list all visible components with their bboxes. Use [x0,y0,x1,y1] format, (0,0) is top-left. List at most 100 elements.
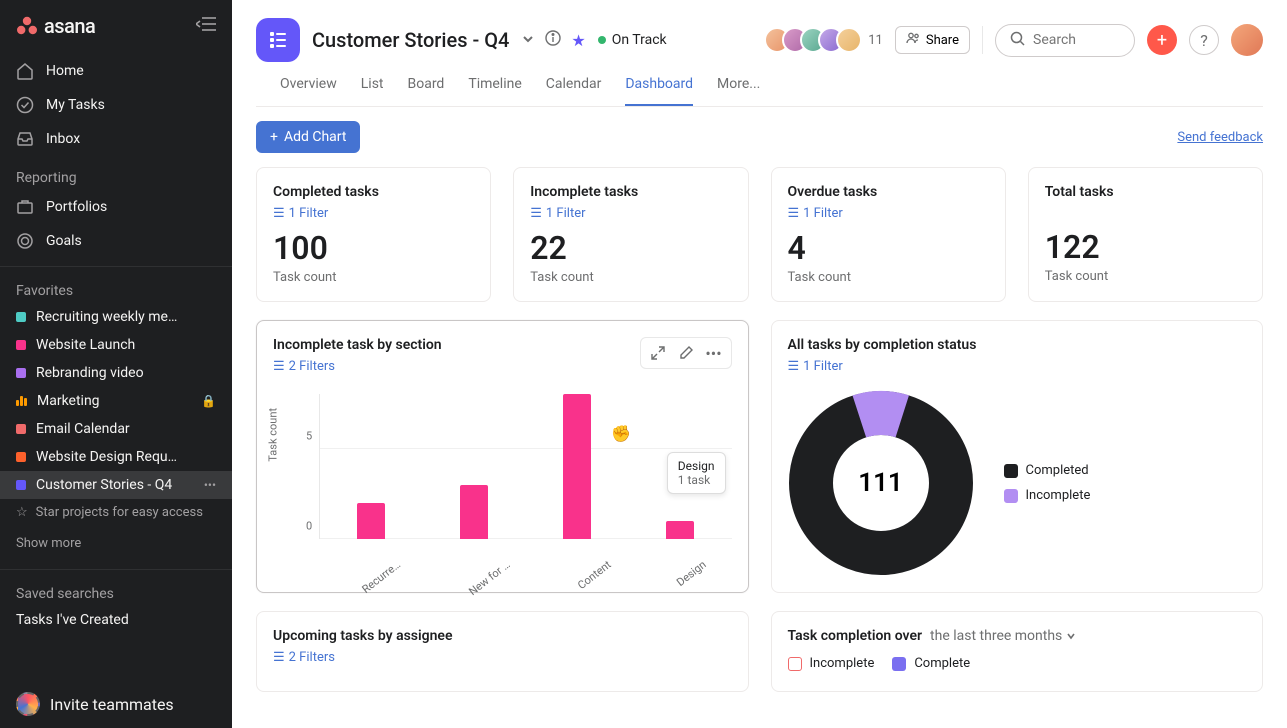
check-circle-icon [16,96,34,114]
plus-icon: + [270,129,278,145]
member-avatars[interactable]: 11 [772,27,883,53]
nav-mytasks[interactable]: My Tasks [0,88,232,122]
filter-icon: ☰ [273,359,285,374]
legend-swatch-icon [1004,489,1018,503]
tab-calendar[interactable]: Calendar [546,76,602,106]
filter-link[interactable]: ☰1 Filter [788,359,1247,374]
collapse-sidebar-icon[interactable] [196,16,216,36]
range-selector[interactable]: the last three months [930,628,1076,644]
chevron-down-icon [1066,631,1076,641]
nav-home[interactable]: Home [0,54,232,88]
filter-link[interactable]: ☰2 Filters [273,650,732,665]
tab-board[interactable]: Board [408,76,445,106]
project-color-icon [16,424,26,434]
chart-title: All tasks by completion status [788,337,1247,353]
invite-teammates[interactable]: Invite teammates [0,680,232,728]
stat-title: Incomplete tasks [530,184,731,200]
stat-card-overdue[interactable]: Overdue tasks ☰1 Filter 4 Task count [771,167,1006,302]
filter-icon: ☰ [788,359,800,374]
filter-icon: ☰ [788,206,800,221]
nav-inbox[interactable]: Inbox [0,122,232,156]
favorite-item[interactable]: Website Design Requ… [0,443,232,471]
expand-icon[interactable] [647,342,669,364]
favorite-label: Email Calendar [36,421,216,437]
user-avatar[interactable] [1231,24,1263,56]
favorite-label: Customer Stories - Q4 [36,477,194,493]
bar[interactable] [563,394,591,539]
project-color-icon [16,480,26,490]
chart-title: Incomplete task by section [273,337,442,353]
tab-list[interactable]: List [361,76,384,106]
favorite-item[interactable]: Rebranding video [0,359,232,387]
chart-tooltip: Design 1 task [667,452,726,494]
filter-link[interactable]: ☰2 Filters [273,359,442,374]
help-button[interactable]: ? [1189,25,1219,55]
section-title-favorites: Favorites [0,275,232,303]
sidebar: asana Home My Tasks Inbox Reporting Port… [0,0,232,728]
global-add-button[interactable]: + [1147,25,1177,55]
inbox-icon [16,130,34,148]
stat-card-total[interactable]: Total tasks 122 Task count [1028,167,1263,302]
status-pill[interactable]: On Track [598,32,667,48]
donut-center-value: 111 [788,390,974,576]
legend-item: Completed [1004,463,1091,478]
chart-title: Task completion over [788,628,923,644]
tab-overview[interactable]: Overview [280,76,337,106]
more-icon[interactable]: ••• [204,478,216,492]
bar[interactable] [666,521,694,539]
search-input[interactable] [1033,32,1120,48]
favorite-item[interactable]: Recruiting weekly me… [0,303,232,331]
tab-dashboard[interactable]: Dashboard [625,76,693,106]
nav-portfolios[interactable]: Portfolios [0,190,232,224]
stat-sub: Task count [530,270,731,285]
donut-chart-card[interactable]: All tasks by completion status ☰1 Filter… [771,320,1264,593]
home-icon [16,62,34,80]
favorite-label: Marketing [37,393,191,409]
bar-chart: Task count 0 5 Recurre… [301,394,732,569]
section-title-saved-searches: Saved searches [0,578,232,606]
goals-icon [16,232,34,250]
status-dot-icon [598,36,606,44]
favorite-label: Website Design Requ… [36,449,216,465]
project-color-icon [16,368,26,378]
upcoming-chart-card[interactable]: Upcoming tasks by assignee ☰2 Filters [256,611,749,692]
favorite-item[interactable]: Marketing🔒 [0,387,232,415]
logo[interactable]: asana [16,14,95,38]
chart-title: Upcoming tasks by assignee [273,628,732,644]
tab-timeline[interactable]: Timeline [468,76,521,106]
saved-search-label: Tasks I've Created [16,612,216,628]
saved-search-item[interactable]: Tasks I've Created [0,606,232,634]
chevron-down-icon[interactable] [521,31,535,50]
stat-card-completed[interactable]: Completed tasks ☰1 Filter 100 Task count [256,167,491,302]
stat-title: Total tasks [1045,184,1246,200]
tab-more[interactable]: More... [717,76,760,106]
search-box[interactable] [995,24,1135,57]
more-icon[interactable]: ••• [703,342,725,364]
bar[interactable] [460,485,488,539]
favorite-item[interactable]: Website Launch [0,331,232,359]
filter-link[interactable]: ☰1 Filter [273,206,474,221]
show-more[interactable]: Show more [0,526,232,561]
stat-card-incomplete[interactable]: Incomplete tasks ☰1 Filter 22 Task count [513,167,748,302]
member-count: 11 [868,33,883,48]
nav-goals[interactable]: Goals [0,224,232,258]
filter-link[interactable]: ☰1 Filter [530,206,731,221]
completion-over-card[interactable]: Task completion over the last three mont… [771,611,1264,692]
send-feedback-link[interactable]: Send feedback [1177,130,1263,145]
invite-label: Invite teammates [50,695,174,714]
bar[interactable] [357,503,385,539]
nav-label: Portfolios [46,199,107,215]
info-icon[interactable] [545,30,561,50]
section-title-reporting: Reporting [0,162,232,190]
favorite-item[interactable]: Email Calendar [0,415,232,443]
share-button[interactable]: Share [895,26,970,54]
favorite-item-active[interactable]: Customer Stories - Q4 ••• [0,471,232,499]
avatar [836,27,862,53]
filter-link[interactable]: ☰1 Filter [788,206,989,221]
bar-chart-card[interactable]: Incomplete task by section ☰2 Filters ••… [256,320,749,593]
edit-icon[interactable] [675,342,697,364]
add-chart-button[interactable]: + Add Chart [256,121,360,153]
star-icon[interactable]: ★ [571,31,585,50]
invite-avatar-icon [16,692,40,716]
stat-value: 100 [273,231,474,266]
